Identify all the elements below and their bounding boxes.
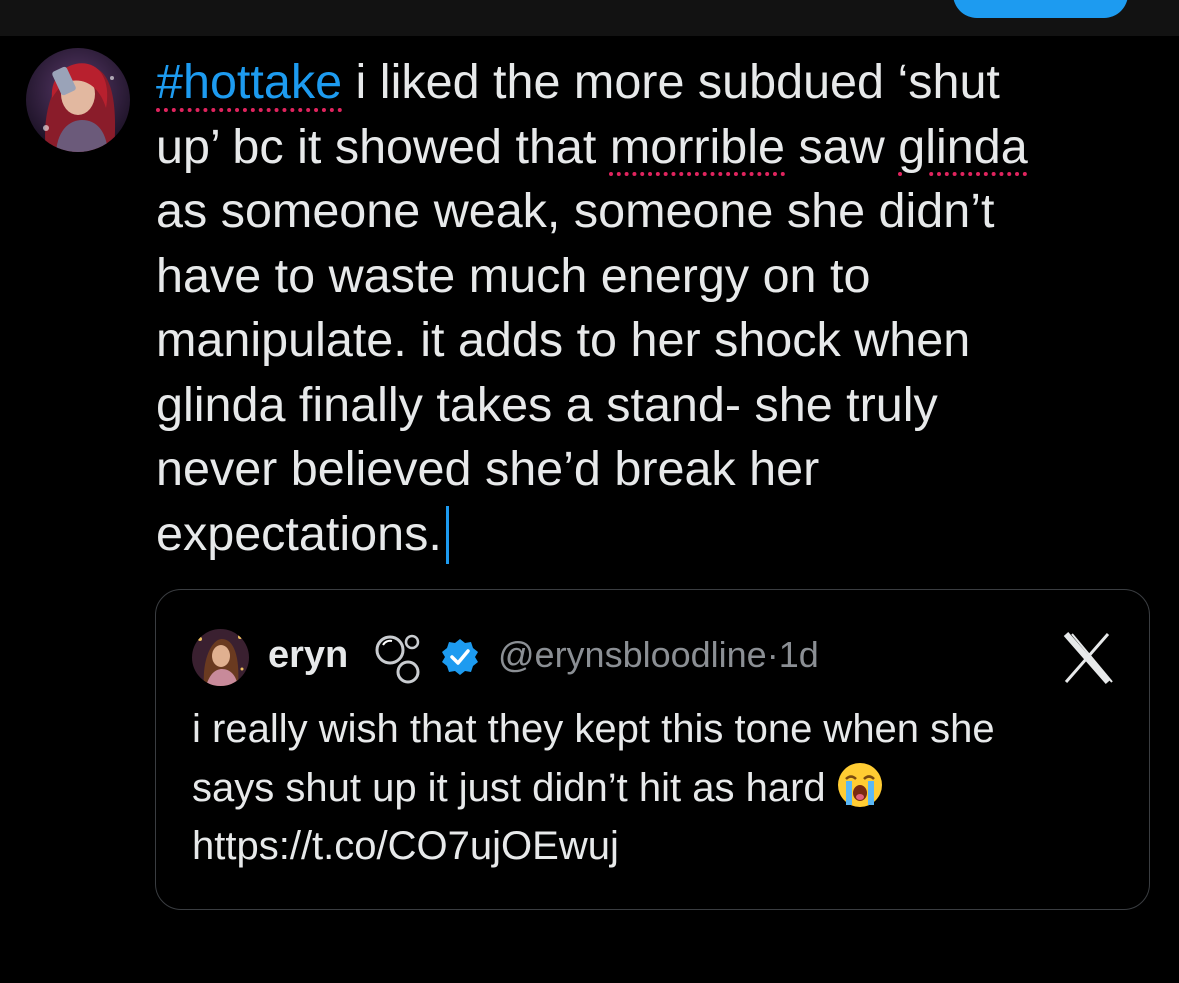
composer-text: up’ bc it showed that — [156, 119, 610, 174]
composer-line: glinda finally takes a stand- she truly — [156, 377, 938, 432]
x-icon[interactable] — [1056, 626, 1118, 688]
loudly-crying-face-icon — [836, 761, 884, 809]
composer-line: manipulate. it adds to her shock when — [156, 313, 971, 367]
misspelled-word[interactable]: glinda — [898, 120, 1027, 174]
post-button[interactable] — [953, 0, 1128, 18]
quoted-post-header: eryn @erynsbloodline·1d — [192, 626, 1122, 688]
quoted-handle-and-time[interactable]: @erynsbloodline·1d — [498, 634, 819, 676]
composer-line: never believed she’d break her — [156, 442, 820, 496]
tweet-composer-text[interactable]: #hottake i liked the more subdued ‘shut … — [156, 50, 1156, 566]
quoted-link[interactable]: https://t.co/CO7ujOEwuj — [192, 817, 1122, 876]
verified-badge-icon — [440, 637, 480, 677]
text-caret — [445, 505, 449, 564]
quoted-text-line: says shut up it just didn’t hit as hard — [192, 759, 1122, 818]
quoted-text: says shut up it just didn’t hit as hard — [192, 765, 826, 810]
hashtag-link[interactable]: #hottake — [156, 55, 342, 109]
composer-line: as someone weak, someone she didn’t — [156, 184, 995, 238]
composer-line: up’ bc it showed that morrible saw glind… — [156, 115, 1156, 180]
composer-line: have to waste much energy on to — [156, 248, 871, 303]
bubbles-icon — [372, 630, 428, 686]
quoted-post-card[interactable]: eryn @erynsbloodline·1d i really wish th… — [155, 589, 1150, 910]
quoted-avatar[interactable] — [192, 629, 249, 686]
quoted-post-text: i really wish that they kept this tone w… — [192, 700, 1122, 876]
composer-text: i liked the more subdued ‘shut — [342, 55, 1000, 109]
composer-text: expectations. — [156, 506, 442, 561]
quoted-text-line: i really wish that they kept this tone w… — [192, 707, 995, 751]
composer-text: saw — [785, 119, 899, 174]
composer-line: expectations. — [156, 502, 1156, 567]
top-bar — [0, 0, 1179, 36]
avatar — [26, 48, 130, 152]
composer-line: #hottake i liked the more subdued ‘shut — [156, 50, 1156, 115]
misspelled-word[interactable]: morrible — [610, 120, 785, 174]
quoted-display-name[interactable]: eryn — [268, 634, 348, 677]
